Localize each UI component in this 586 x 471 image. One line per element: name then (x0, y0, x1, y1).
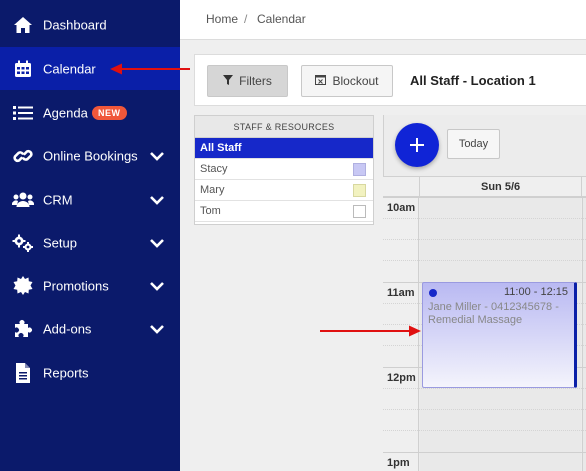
cogs-icon (12, 232, 34, 254)
appointment-card[interactable]: 11:00 - 12:15 Jane Miller - 0412345678 -… (422, 282, 577, 388)
hour-line (383, 197, 586, 198)
time-label: 12pm (387, 372, 416, 384)
sidebar-item-promotions[interactable]: Promotions (0, 264, 180, 307)
link-icon (12, 145, 34, 167)
puzzle-icon (12, 318, 34, 340)
sidebar-item-label: Agenda (43, 105, 88, 120)
staff-item-mary[interactable]: Mary (195, 180, 373, 201)
chevron-down-icon[interactable] (149, 237, 165, 249)
sidebar-item-label: Reports (43, 365, 89, 380)
staff-color-swatch (353, 163, 366, 176)
sidebar-item-label: Add-ons (43, 321, 92, 336)
day-header: Sun 5/6 (383, 176, 586, 198)
quarter-line (383, 430, 586, 431)
document-icon (12, 362, 34, 384)
sidebar-item-setup[interactable]: Setup (0, 221, 180, 264)
home-icon (12, 14, 34, 36)
time-label: 11am (387, 287, 415, 299)
staff-panel-header: STAFF & RESOURCES (195, 116, 373, 138)
plus-icon (410, 138, 424, 152)
today-button[interactable]: Today (447, 129, 500, 159)
time-label: 1pm (387, 457, 410, 469)
filter-icon (223, 74, 234, 88)
staff-name: Tom (200, 205, 221, 217)
staff-item-tom[interactable]: Tom (195, 201, 373, 222)
sidebar-item-label: Promotions (43, 278, 109, 293)
certificate-icon (12, 275, 34, 297)
sidebar-item-agenda[interactable]: Agenda NEW (0, 91, 180, 134)
staff-item-stacy[interactable]: Stacy (195, 159, 373, 180)
time-label: 10am (387, 202, 416, 214)
chevron-down-icon[interactable] (149, 323, 165, 335)
breadcrumb-separator: / (244, 12, 248, 26)
sidebar-item-label: Online Bookings (43, 148, 138, 163)
sidebar-item-label: CRM (43, 192, 73, 207)
calendar-view-title: All Staff - Location 1 (410, 73, 536, 88)
column-divider (581, 177, 582, 198)
sidebar-item-add-ons[interactable]: Add-ons (0, 307, 180, 350)
staff-color-swatch (353, 205, 366, 218)
annotation-arrow-icon (320, 325, 421, 337)
sidebar-item-crm[interactable]: CRM (0, 178, 180, 221)
chevron-down-icon[interactable] (149, 150, 165, 162)
quarter-line (383, 260, 586, 261)
breadcrumb-home[interactable]: Home (206, 12, 238, 26)
blockout-button[interactable]: Blockout (301, 65, 393, 97)
appointment-details: Jane Miller - 0412345678 - Remedial Mass… (428, 301, 559, 326)
column-divider (419, 177, 420, 198)
status-dot (429, 289, 437, 297)
staff-item-all-staff[interactable]: All Staff (195, 138, 373, 159)
list-icon (12, 102, 34, 124)
quarter-line (383, 409, 586, 410)
blockout-label: Blockout (332, 74, 379, 88)
new-badge: NEW (92, 105, 127, 120)
filters-button[interactable]: Filters (207, 65, 288, 97)
sidebar-item-online-bookings[interactable]: Online Bookings (0, 134, 180, 177)
chevron-down-icon[interactable] (149, 280, 165, 292)
sidebar-item-label: Dashboard (43, 17, 107, 32)
hour-line (383, 452, 586, 453)
annotation-arrow-icon (110, 63, 190, 75)
sidebar-item-reports[interactable]: Reports (0, 351, 180, 394)
appointment-time: 11:00 - 12:15 (503, 286, 568, 298)
sidebar-item-dashboard[interactable]: Dashboard (0, 3, 180, 46)
add-appointment-button[interactable] (395, 123, 439, 167)
breadcrumb-current: Calendar (257, 12, 306, 26)
staff-color-swatch (353, 184, 366, 197)
calendar-toolbar: Filters Blockout All Staff - Location 1 (194, 54, 586, 106)
staff-resources-panel: STAFF & RESOURCES All Staff Stacy Mary T… (194, 115, 374, 225)
staff-name: Stacy (200, 163, 228, 175)
calendar-icon (12, 58, 34, 80)
day-label[interactable]: Sun 5/6 (481, 181, 520, 193)
sidebar-item-label: Setup (43, 235, 77, 250)
filters-label: Filters (239, 74, 272, 88)
chevron-down-icon[interactable] (149, 194, 165, 206)
users-icon (12, 189, 34, 211)
staff-name: All Staff (200, 142, 242, 154)
calendar-x-icon (315, 74, 327, 88)
quarter-line (383, 239, 586, 240)
sidebar-item-label: Calendar (43, 61, 96, 76)
quarter-line (383, 388, 586, 389)
breadcrumb: Home / Calendar (180, 0, 586, 40)
staff-name: Mary (200, 184, 225, 196)
quarter-line (383, 218, 586, 219)
